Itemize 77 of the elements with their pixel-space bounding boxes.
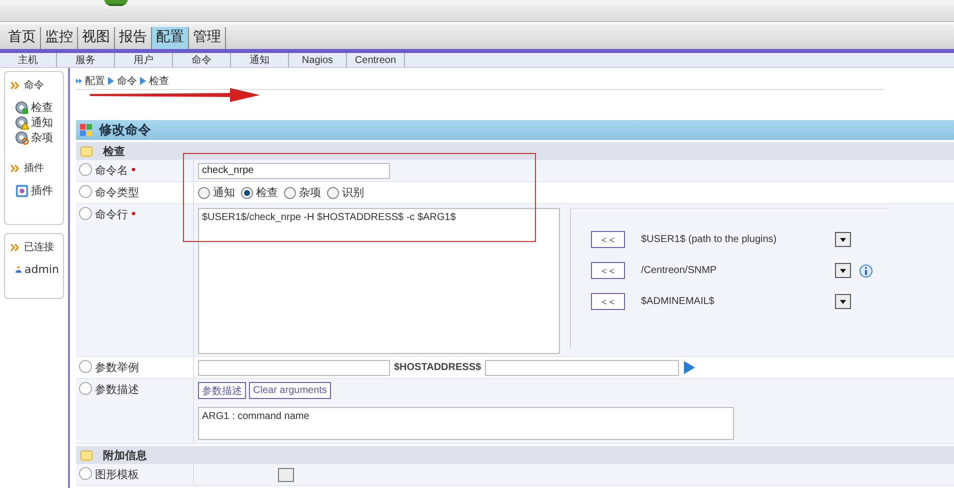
command-textarea[interactable]: $USER1$/check_nrpe -H $HOSTADDRESS$ -c $ARG1$ (198, 208, 560, 354)
text-field[interactable] (198, 360, 390, 376)
sidebar-item[interactable]: admin (15, 262, 59, 276)
help-icon (79, 163, 92, 176)
field-label: 参数描述 (95, 382, 139, 397)
dropdown-icon (278, 468, 294, 482)
sidebar-heading: 插件 (24, 162, 44, 175)
help-icon (79, 467, 92, 480)
macro-select[interactable]: $ADMINEMAIL$ (641, 293, 851, 310)
text-field[interactable] (485, 360, 680, 376)
submenu-item[interactable]: 通知 (231, 53, 289, 67)
insert-button[interactable]: < < (591, 262, 625, 279)
macro-select[interactable]: $USER1$ (path to the plugins) (641, 231, 851, 248)
gear-warning-icon (15, 116, 29, 130)
menu-tab[interactable]: 配置 (152, 27, 189, 49)
note-icon (80, 448, 93, 462)
note-icon (80, 144, 93, 158)
field-label: 命令类型 (95, 185, 139, 200)
macro-label: $HOSTADDRESS$ (394, 362, 482, 373)
dropdown-icon (835, 294, 851, 309)
breadcrumb-link[interactable]: 检查 (149, 74, 169, 88)
submenu-item[interactable]: 命令 (173, 53, 231, 67)
sidebar-item[interactable]: 插件 (15, 183, 59, 198)
help-icon (79, 360, 92, 373)
section-title: 附加信息 (103, 448, 147, 462)
sidebar-item[interactable]: 通知 (15, 115, 59, 130)
gear-magnifier-icon (15, 130, 29, 144)
description-textarea[interactable]: ARG1 : command name (198, 407, 734, 440)
field-label: 参数举例 (95, 360, 139, 375)
form-button[interactable]: Clear arguments (249, 382, 331, 399)
field-label: 命令名 (95, 163, 128, 178)
insert-button[interactable]: < < (591, 231, 625, 248)
breadcrumb-link[interactable]: 配置 (85, 74, 105, 88)
chevron-icon (11, 82, 20, 88)
radio-label: 检查 (256, 185, 278, 200)
submenu-item[interactable]: 用户 (115, 53, 173, 67)
radio-button[interactable] (284, 186, 296, 198)
triangle-icon (108, 76, 114, 84)
gear-icon (15, 100, 29, 114)
macro-select[interactable]: /Centreon/SNMP (641, 262, 851, 279)
sidebar-item[interactable]: 检查 (15, 100, 59, 115)
sidebar-heading: 已连接 (24, 240, 54, 254)
chevron-icon (11, 244, 20, 250)
double-arrow-icon (76, 76, 82, 84)
help-icon (79, 382, 92, 395)
section-title: 检查 (103, 144, 125, 158)
radio-label: 通知 (213, 185, 235, 200)
triangle-icon (140, 76, 146, 84)
field-label: 命令行 (95, 207, 128, 222)
radio-label: 杂项 (299, 185, 321, 200)
info-icon (859, 264, 873, 278)
radio-button[interactable] (327, 186, 339, 198)
required-dot-icon (131, 211, 136, 216)
chevron-icon (11, 164, 20, 172)
puzzle-icon (80, 124, 93, 136)
radio-button[interactable] (198, 186, 210, 198)
help-icon (79, 185, 92, 198)
submenu-item[interactable]: Centreon (347, 53, 405, 67)
plugin-icon (15, 184, 29, 198)
radio-button[interactable] (241, 186, 253, 198)
field-label: 图形模板 (95, 467, 139, 482)
form-title: 修改命令 (99, 122, 151, 139)
radio-label: 识别 (342, 185, 364, 200)
submenu-item[interactable]: 服务 (57, 53, 115, 67)
sidebar-item[interactable]: 杂项 (15, 130, 59, 145)
dropdown-icon (835, 263, 851, 278)
submenu-item[interactable]: 主机 (0, 53, 57, 67)
required-dot-icon (131, 167, 136, 172)
insert-button[interactable]: < < (591, 293, 625, 310)
sidebar-heading: 命令 (24, 79, 44, 92)
submenu-item[interactable]: Nagios (289, 53, 347, 67)
form-button[interactable]: 参数描述 (198, 382, 246, 399)
play-icon (683, 361, 696, 374)
help-icon (79, 207, 92, 220)
text-field[interactable]: check_nrpe (198, 162, 390, 178)
dropdown-icon (835, 232, 851, 247)
breadcrumb-link[interactable]: 命令 (117, 74, 137, 88)
